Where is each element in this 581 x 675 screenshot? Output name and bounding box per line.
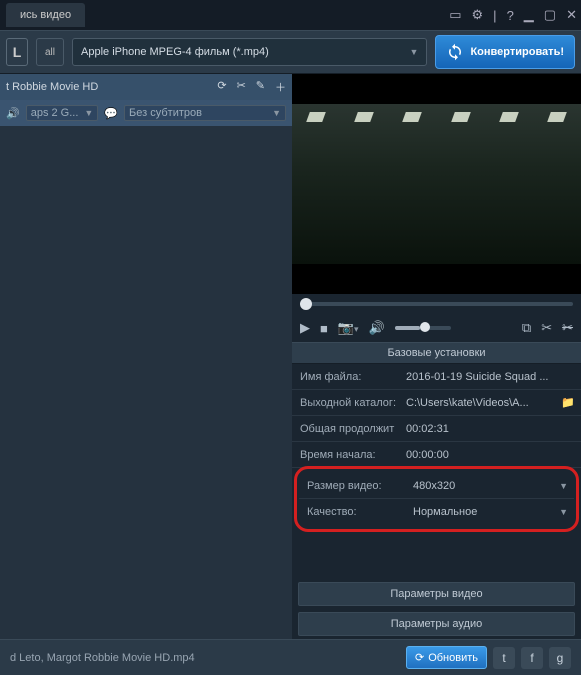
prop-output-dir: Выходной каталог: C:\Users\kate\Videos\A… [292, 390, 581, 416]
history-icon[interactable]: ▭ [449, 7, 461, 23]
prop-quality: Качество: Нормальное▼ [299, 499, 574, 525]
preview-settings-panel: ▶ ■ 📷▾ 🔊 ⧉ ✂ ✂ Базовые установки Имя фай… [292, 74, 581, 639]
snapshot-icon[interactable]: 📷▾ [338, 320, 359, 336]
toolbar: L all Apple iPhone MPEG-4 фильм (*.mp4) … [0, 30, 581, 74]
prop-duration: Общая продолжит 00:02:31 [292, 416, 581, 442]
close-icon[interactable]: ✕ [566, 7, 577, 23]
item-title: t Robbie Movie HD [6, 81, 98, 93]
refresh-item-icon[interactable]: ⟳ [217, 79, 226, 95]
convert-label: Конвертировать! [470, 46, 564, 58]
preset-dropdown[interactable]: Apple iPhone MPEG-4 фильм (*.mp4) ▼ [72, 38, 427, 66]
divider: | [493, 8, 496, 23]
audio-dropdown[interactable]: aps 2 G...▼ [26, 105, 99, 121]
list-item-tracks: 🔊 aps 2 G...▼ 💬 Без субтитров▼ [0, 100, 292, 126]
prop-video-size: Размер видео: 480x320▼ [299, 473, 574, 499]
status-filename: d Leto, Margot Robbie Movie HD.mp4 [10, 652, 195, 664]
google-icon[interactable]: g [549, 647, 571, 669]
stop-icon[interactable]: ■ [320, 321, 328, 336]
seek-bar[interactable] [292, 294, 581, 314]
facebook-icon[interactable]: f [521, 647, 543, 669]
video-size-dropdown[interactable]: 480x320▼ [407, 480, 574, 492]
playback-controls: ▶ ■ 📷▾ 🔊 ⧉ ✂ ✂ [292, 314, 581, 342]
volume-icon[interactable]: 🔊 [369, 320, 385, 336]
prop-start-time: Время начала: 00:00:00 [292, 442, 581, 468]
video-preview [292, 74, 581, 294]
tab-video-record[interactable]: ись видео [6, 3, 85, 27]
subtitle-icon: 💬 [104, 107, 118, 120]
audio-icon: 🔊 [6, 107, 20, 120]
highlighted-settings: Размер видео: 480x320▼ Качество: Нормаль… [294, 466, 579, 532]
subtitle-dropdown[interactable]: Без субтитров▼ [124, 105, 286, 121]
preset-label: Apple iPhone MPEG-4 фильм (*.mp4) [81, 46, 269, 58]
detach-icon[interactable]: ⧉ [522, 320, 531, 336]
prop-filename: Имя файла: 2016-01-19 Suicide Squad ... [292, 364, 581, 390]
cut-item-icon[interactable]: ✂ [237, 79, 246, 95]
statusbar: d Leto, Margot Robbie Movie HD.mp4 ⟳ Обн… [0, 639, 581, 675]
main-area: t Robbie Movie HD ⟳ ✂ ✎ ＋ 🔊 aps 2 G...▼ … [0, 74, 581, 639]
preview-frame [292, 104, 581, 264]
twitter-icon[interactable]: t [493, 647, 515, 669]
output-dir-field[interactable]: C:\Users\kate\Videos\A... 📁 [400, 396, 581, 409]
chevron-down-icon: ▼ [410, 47, 419, 57]
refresh-small-icon: ⟳ [415, 651, 424, 664]
trim-icon[interactable]: ✂ [541, 320, 552, 336]
add-item-icon[interactable]: ＋ [275, 79, 286, 95]
play-icon[interactable]: ▶ [300, 320, 310, 336]
refresh-button[interactable]: ⟳ Обновить [406, 646, 487, 669]
list-item-header[interactable]: t Robbie Movie HD ⟳ ✂ ✎ ＋ [0, 74, 292, 100]
settings-header: Базовые установки [292, 342, 581, 364]
minimize-icon[interactable]: ▁ [524, 7, 534, 23]
audio-params-button[interactable]: Параметры аудио [298, 612, 575, 636]
preset-icon[interactable]: all [36, 38, 64, 66]
convert-button[interactable]: Конвертировать! [435, 35, 575, 69]
mode-button[interactable]: L [6, 38, 28, 66]
help-icon[interactable]: ? [507, 8, 514, 23]
no-trim-icon[interactable]: ✂ [562, 320, 573, 336]
quality-dropdown[interactable]: Нормальное▼ [407, 506, 574, 518]
seek-thumb[interactable] [300, 298, 312, 310]
browse-folder-icon[interactable]: 📁 [561, 396, 575, 409]
filename-field[interactable]: 2016-01-19 Suicide Squad ... [400, 371, 581, 383]
file-list-panel: t Robbie Movie HD ⟳ ✂ ✎ ＋ 🔊 aps 2 G...▼ … [0, 74, 292, 639]
start-time-field[interactable]: 00:00:00 [400, 449, 581, 461]
volume-slider[interactable] [395, 326, 451, 330]
maximize-icon[interactable]: ▢ [544, 7, 556, 23]
refresh-icon [446, 43, 464, 61]
settings-icon[interactable]: ⚙ [472, 7, 484, 23]
video-params-button[interactable]: Параметры видео [298, 582, 575, 606]
edit-item-icon[interactable]: ✎ [256, 79, 265, 95]
titlebar: ись видео ▭ ⚙ | ? ▁ ▢ ✕ [0, 0, 581, 30]
